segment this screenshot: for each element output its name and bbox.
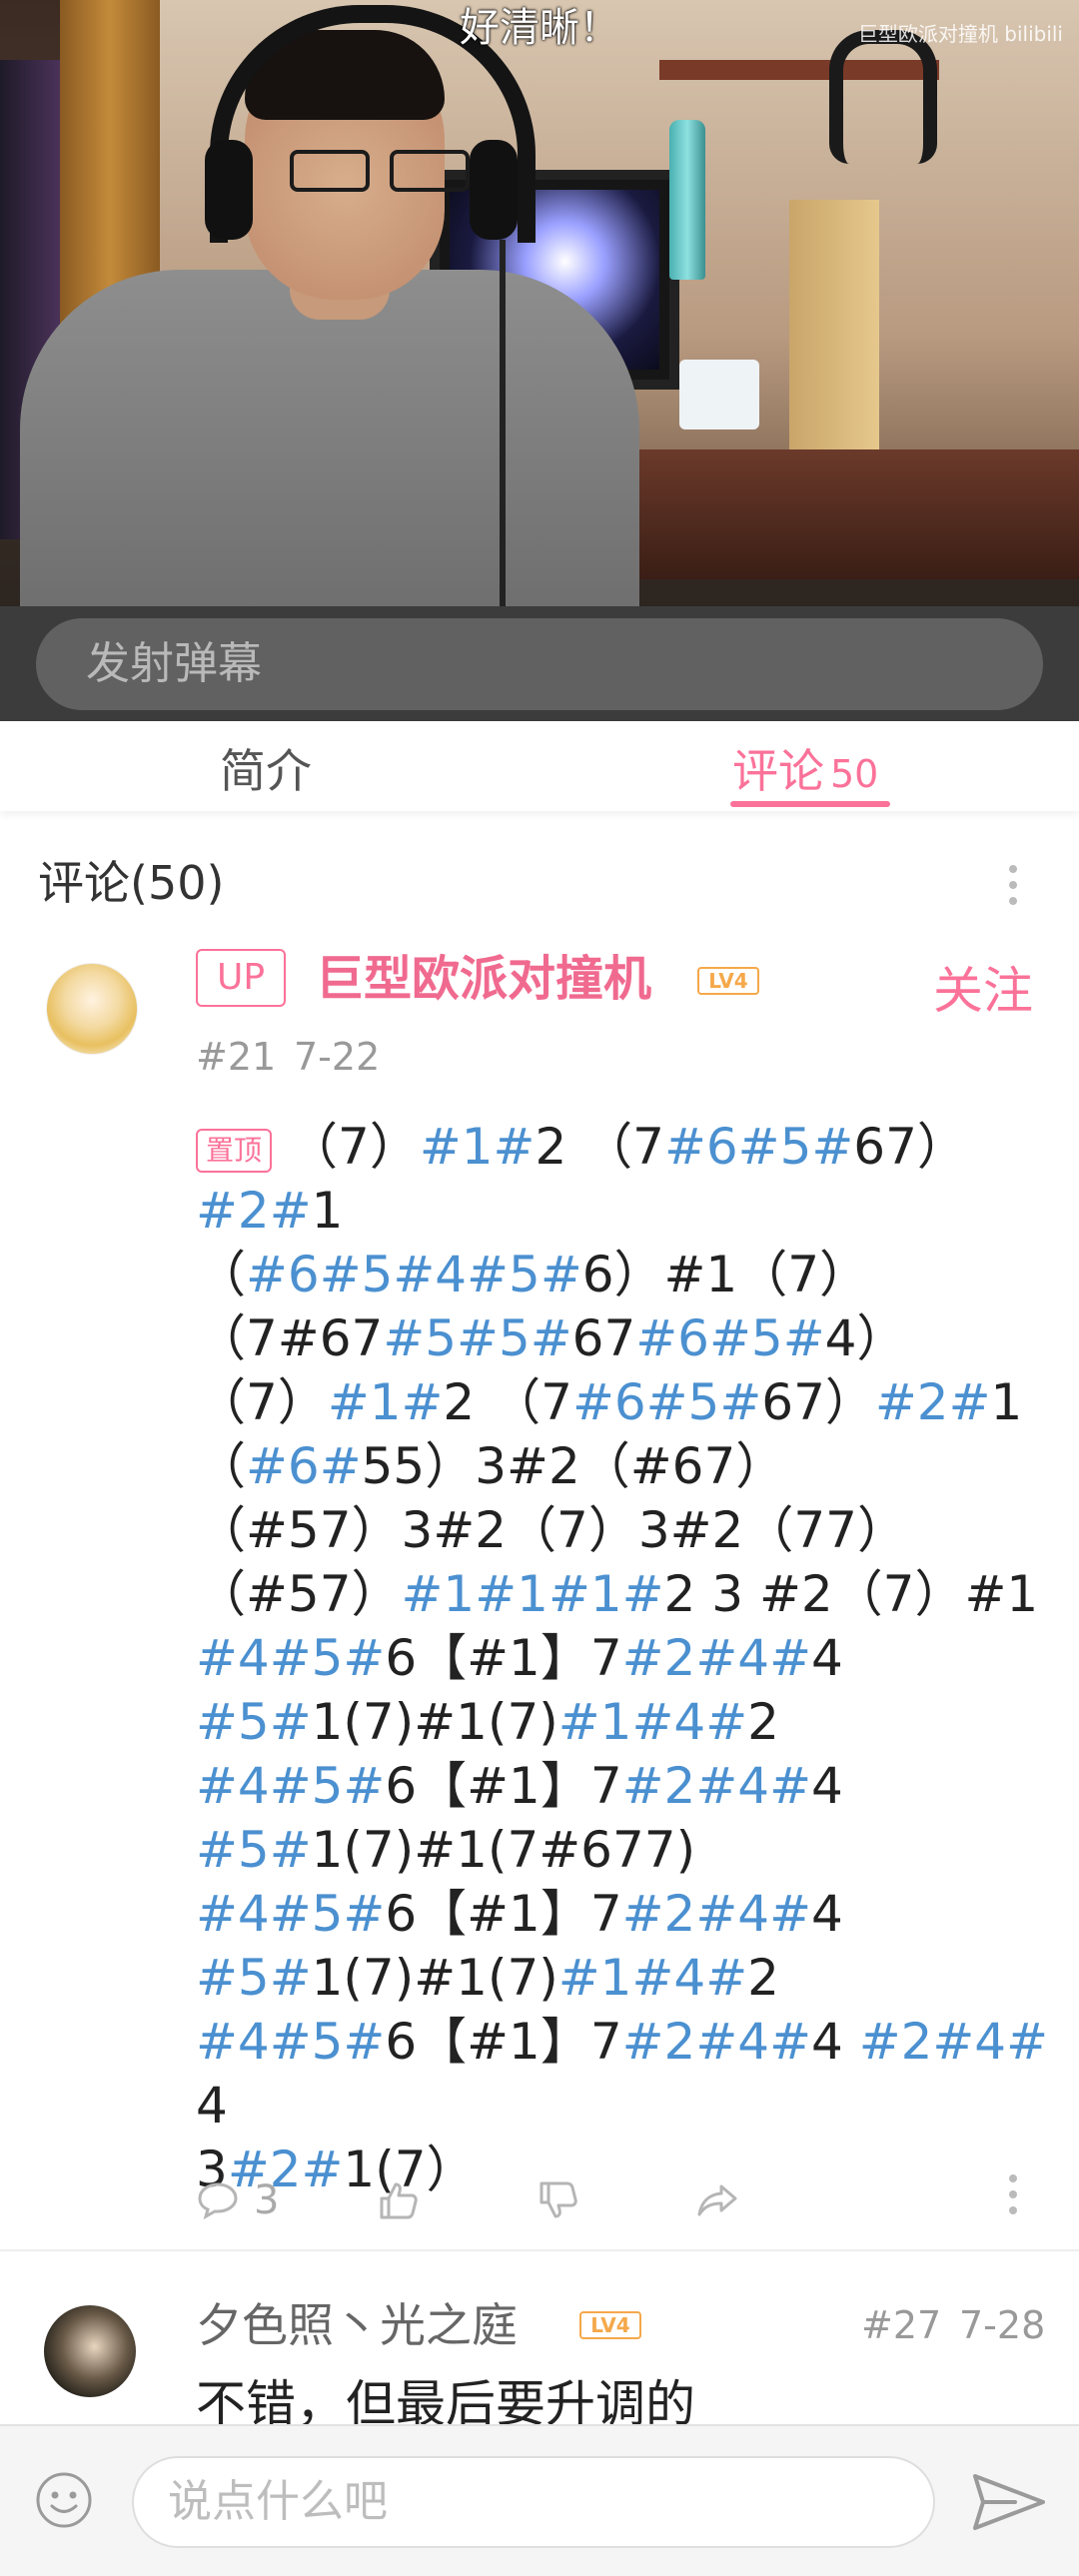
- person: [20, 270, 639, 606]
- comment-floor: #21: [196, 1035, 277, 1079]
- danmaku-input[interactable]: 发射弹幕: [36, 618, 1043, 710]
- comment-text-line: #5#1(7)#1(7)#1#4#2: [196, 1949, 779, 2007]
- level-badge: LV4: [579, 2311, 641, 2339]
- comment-text: （7）#1#2 （7#6#5#67） #2#1 （#6#5#4#5#6）#1（7…: [196, 1118, 1048, 2198]
- emoji-button[interactable]: [34, 2470, 94, 2530]
- comment-text-line: （#6#55）3#2（#67）: [196, 1437, 786, 1495]
- tab-comments-label: 评论: [732, 744, 824, 798]
- comment-input[interactable]: 说点什么吧: [132, 2456, 935, 2548]
- comment-date: 7-28: [959, 2303, 1046, 2347]
- send-button[interactable]: [969, 2470, 1049, 2534]
- share-icon: [697, 2184, 737, 2216]
- comments-more-icon[interactable]: [1008, 865, 1018, 911]
- share-button[interactable]: [695, 2172, 739, 2228]
- tab-intro[interactable]: 简介: [220, 735, 312, 801]
- comment-text-line: （#57）3#2（7）3#2（77）: [196, 1501, 907, 1559]
- danmaku-bar: 发射弹幕: [0, 606, 1079, 721]
- comment-text-line: #4#5#6【#1】7#2#4#4: [196, 1885, 843, 1943]
- like-button[interactable]: [376, 2172, 420, 2228]
- tab-comments[interactable]: 评论 50: [732, 735, 878, 801]
- reply-count: 3: [254, 2177, 280, 2223]
- tab-comments-count: 50: [830, 752, 879, 796]
- comment-divider: [0, 2249, 1079, 2251]
- level-badge: LV4: [697, 967, 759, 995]
- comment-text-line: #2#1: [196, 1182, 344, 1240]
- comment-text-line: #5#1(7)#1(7)#1#4#2: [196, 1693, 779, 1751]
- comment-text-line: #4#5#6【#1】7#2#4#4: [196, 1757, 843, 1815]
- follow-button[interactable]: 关注: [933, 951, 1033, 1023]
- comment-compose-bar: 说点什么吧: [0, 2424, 1079, 2576]
- tab-bar: 简介 评论 50: [0, 721, 1079, 811]
- pinned-badge: 置顶: [196, 1128, 273, 1173]
- avatar[interactable]: [44, 2305, 136, 2397]
- comment-text-line: （7#67#5#5#67#6#5#4）: [196, 1309, 907, 1367]
- send-icon: [973, 2474, 1045, 2530]
- comment-actions: 3: [196, 2172, 1055, 2232]
- comment-text-line: （#6#5#4#5#6）#1（7）: [196, 1246, 870, 1303]
- comment-text-line: #5#1(7)#1(7#677): [196, 1821, 696, 1879]
- up-badge: UP: [196, 949, 286, 1007]
- comments-title: 评论(50): [38, 856, 225, 910]
- reply-icon: [198, 2182, 238, 2220]
- comment-date: 7-22: [294, 1035, 381, 1079]
- tab-active-indicator: [730, 801, 890, 807]
- dislike-button[interactable]: [536, 2172, 579, 2228]
- video-watermark: 巨型欧派对撞机 bilibili: [857, 22, 1063, 46]
- comment-text-line: （7）#1#2 （7#6#5#67）: [288, 1118, 967, 1176]
- comment-text-line: #4#5#6【#1】7#2#4#4 #2#4#4: [196, 2013, 1048, 2135]
- reply-button[interactable]: 3: [196, 2172, 279, 2228]
- thumbs-down-icon: [540, 2181, 577, 2218]
- thumbs-up-icon: [380, 2182, 418, 2219]
- comment-username[interactable]: 夕色照丶光之庭: [196, 2295, 518, 2355]
- comment-floor: #27: [861, 2303, 942, 2347]
- comment-body: 置顶 （7）#1#2 （7#6#5#67） #2#1 （#6#5#4#5#6）#1…: [196, 1115, 1055, 2201]
- comment-username[interactable]: 巨型欧派对撞机: [316, 949, 651, 1009]
- comment-text-line: #4#5#6【#1】7#2#4#4: [196, 1629, 843, 1687]
- emoji-icon: [36, 2472, 92, 2528]
- video-player[interactable]: 好清晰！ 巨型欧派对撞机 bilibili: [0, 0, 1079, 606]
- avatar[interactable]: [46, 963, 138, 1055]
- comment-more-icon[interactable]: [1008, 2174, 1018, 2220]
- comment-text-line: （#57）#1#1#1#2 3 #2（7）#1: [196, 1565, 1039, 1623]
- comment-text-line: （7）#1#2 （7#6#5#67）#2#1: [196, 1373, 1023, 1431]
